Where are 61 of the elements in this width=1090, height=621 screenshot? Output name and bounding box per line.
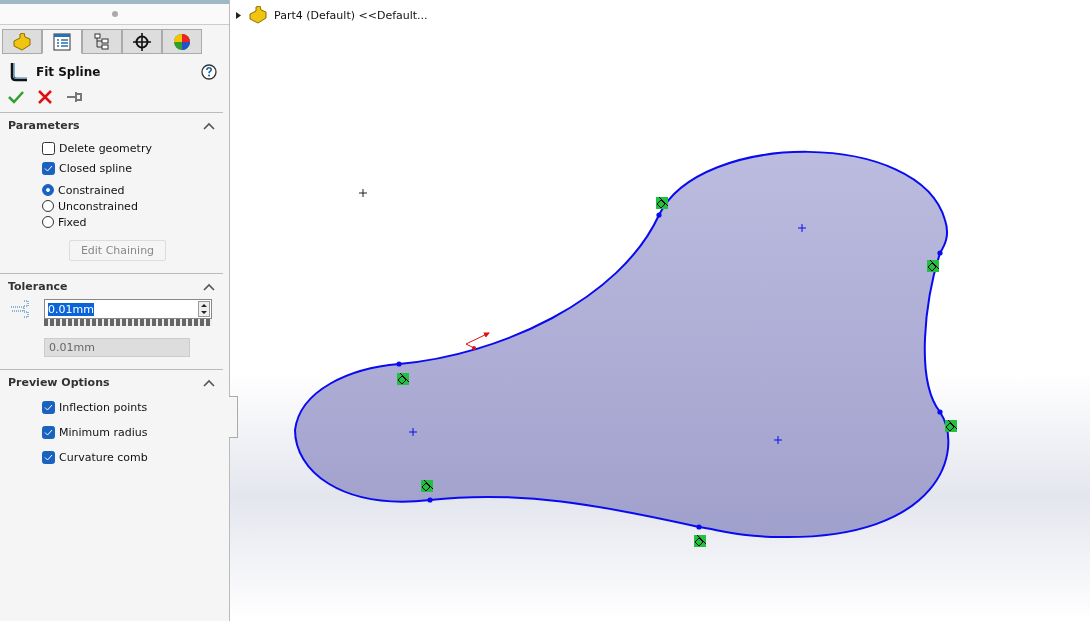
ok-check-icon[interactable] [8,90,24,104]
color-ball-icon [173,32,191,51]
expand-arrow-icon[interactable] [235,10,242,20]
spin-arrows-icon[interactable] [198,301,210,317]
spline-point[interactable] [396,361,402,367]
thumbwheel[interactable] [44,319,212,326]
spline-point[interactable] [696,524,702,530]
checkbox-label: Delete geometry [59,141,152,155]
checkbox[interactable] [42,161,55,175]
spline-point[interactable] [937,409,943,415]
pin-icon[interactable] [66,91,82,103]
center-mark [408,427,418,437]
part-icon [12,32,32,51]
tree-icon [93,32,111,51]
relation-marker-icon[interactable] [945,419,958,432]
direction-arrow[interactable] [465,332,490,350]
panel-tab[interactable] [122,29,162,54]
checkbox[interactable] [42,426,55,439]
splitter-handle[interactable] [111,11,118,17]
collapse-chevron-icon[interactable] [203,378,215,387]
radio-button[interactable] [42,200,54,212]
checkbox[interactable] [42,141,55,155]
checkbox-label: Inflection points [59,401,148,414]
radio-button[interactable] [42,184,54,196]
origin-mark [358,188,368,198]
spline-point[interactable] [427,497,433,503]
radio-label: Fixed [58,215,87,229]
checkbox-label: Minimum radius [59,426,148,439]
checkbox-label: Curvature comb [59,451,148,464]
feature-title: Fit Spline [36,65,101,79]
checkbox[interactable] [42,401,55,414]
spline-point[interactable] [656,212,662,218]
relation-marker-icon[interactable] [421,479,434,492]
panel-collapse-handle[interactable] [229,396,238,438]
section-title: Parameters [8,119,80,132]
section-title: Preview Options [8,376,110,389]
crosshair-icon [133,32,151,51]
list-icon [53,32,71,51]
collapse-chevron-icon[interactable] [203,282,215,291]
part-tree-label[interactable]: Part4 (Default) <<Default... [274,8,428,22]
help-icon[interactable] [201,64,217,80]
tolerance-icon [10,299,32,319]
relation-marker-icon[interactable] [927,259,940,272]
tolerance-field[interactable]: 0.01mm [44,299,212,319]
center-mark [797,223,807,233]
relation-marker-icon[interactable] [656,196,669,209]
section-title: Tolerance [8,280,68,293]
radio-button[interactable] [42,216,54,228]
checkbox[interactable] [42,451,55,464]
checkbox-label: Closed spline [59,161,132,175]
center-mark [773,435,783,445]
radio-label: Unconstrained [58,199,138,213]
tolerance-readout: 0.01mm [44,338,190,357]
part-icon [248,6,268,24]
collapse-chevron-icon[interactable] [203,121,215,130]
spline-icon [10,62,28,82]
relation-marker-icon[interactable] [694,534,707,547]
spline-point[interactable] [937,250,943,256]
relation-marker-icon[interactable] [397,372,410,385]
cancel-x-icon[interactable] [38,90,52,104]
radio-label: Constrained [58,183,125,197]
